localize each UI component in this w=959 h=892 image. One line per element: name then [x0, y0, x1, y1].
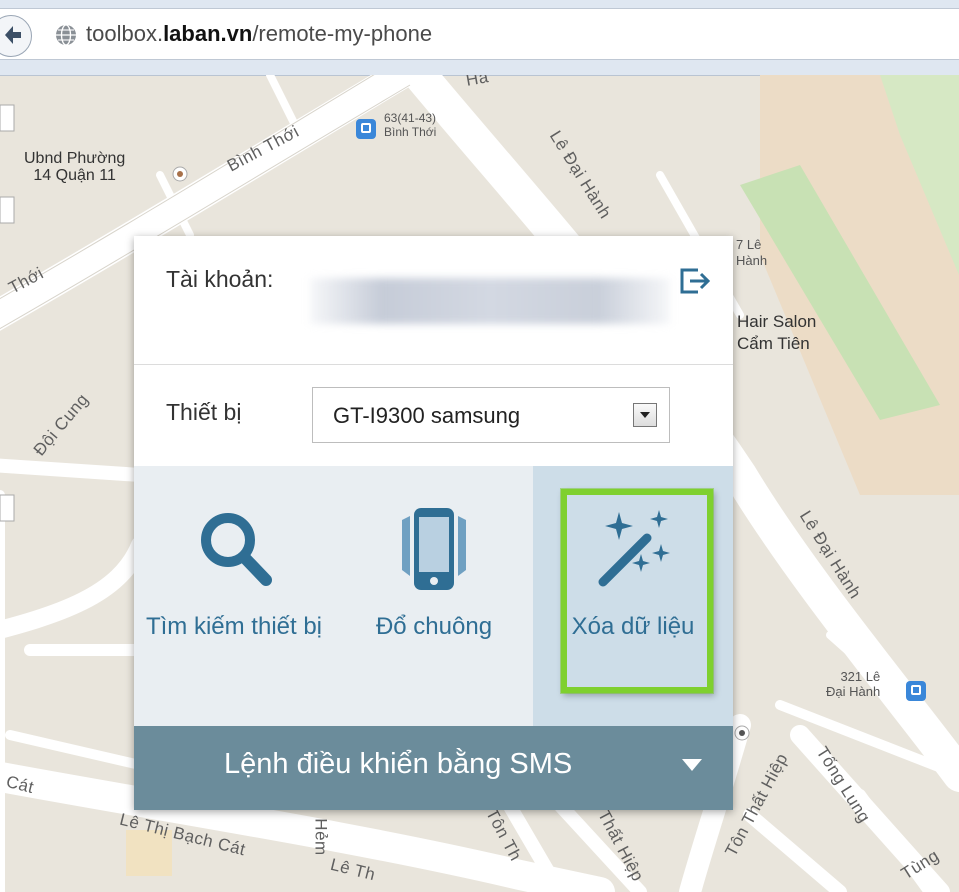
- globe-icon: [56, 24, 76, 46]
- sms-commands-bar[interactable]: Lệnh điều khiển bằng SMS: [134, 726, 733, 810]
- street-label: Hẻm: [311, 818, 331, 856]
- search-icon: [201, 513, 272, 586]
- account-label: Tài khoản:: [166, 266, 274, 292]
- browser-toolbar: toolbox.laban.vn/remote-my-phone: [0, 0, 959, 76]
- ring-phone-button[interactable]: Đổ chuông: [334, 466, 534, 726]
- url-text[interactable]: toolbox.laban.vn/remote-my-phone: [86, 21, 432, 47]
- device-select[interactable]: GT-I9300 samsung: [312, 387, 670, 443]
- poi-ubnd: Ubnd Phường 14 Quận 11: [24, 150, 126, 184]
- chevron-down-icon[interactable]: [633, 403, 657, 427]
- action-label: Đổ chuông: [375, 613, 493, 640]
- bus-stop-icon: [906, 681, 926, 701]
- bus-stop-icon: [356, 119, 376, 139]
- phone-ring-icon: [402, 508, 466, 590]
- back-arrow-icon: [5, 26, 21, 44]
- address-bar[interactable]: toolbox.laban.vn/remote-my-phone: [0, 8, 959, 60]
- poi-bus-stop: 321 Lê Đại Hành: [826, 669, 881, 699]
- url-prefix: toolbox.: [86, 21, 164, 46]
- caret-down-icon: [682, 759, 702, 771]
- remote-control-panel: Tài khoản: Thiết bị GT-I9300 samsung Tìm…: [134, 236, 733, 810]
- sms-commands-label: Lệnh điều khiển bằng SMS: [224, 748, 573, 780]
- account-row: Tài khoản:: [134, 236, 733, 365]
- poi-bus-stop: 63(41-43) Bình Thới: [384, 111, 437, 139]
- account-value-blurred: [310, 278, 670, 324]
- poi-le-hanh: 7 Lê Hành: [736, 237, 768, 268]
- url-domain: laban.vn: [163, 21, 253, 46]
- device-row: Thiết bị GT-I9300 samsung: [134, 365, 733, 465]
- highlight-box: [561, 489, 713, 693]
- logout-icon[interactable]: [678, 264, 712, 298]
- url-path: /remote-my-phone: [252, 21, 433, 46]
- action-label: Tìm kiếm thiết bị: [145, 613, 323, 640]
- device-label: Thiết bị: [166, 399, 242, 425]
- find-device-button[interactable]: Tìm kiếm thiết bị: [134, 466, 334, 726]
- poi-hair-salon: Hair Salon Cẩm Tiên: [737, 312, 817, 353]
- device-selected-value: GT-I9300 samsung: [333, 403, 521, 428]
- back-button[interactable]: [0, 15, 32, 57]
